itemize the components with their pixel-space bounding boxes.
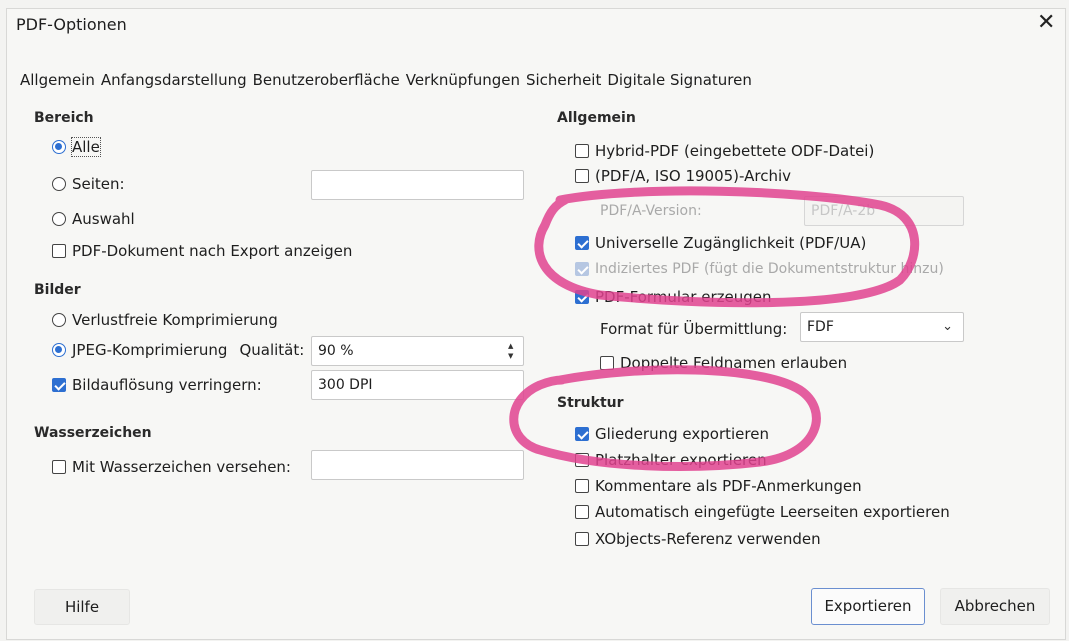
duplicate-names-option[interactable]: Doppelte Feldnamen erlauben [600, 354, 847, 372]
export-outlines-checkbox[interactable] [575, 427, 589, 441]
reduce-resolution-checkbox[interactable] [52, 378, 66, 392]
comments-annotations-option[interactable]: Kommentare als PDF-Anmerkungen [575, 477, 862, 495]
xobjects-label: XObjects-Referenz verwenden [595, 530, 821, 548]
export-outlines-label: Gliederung exportieren [595, 425, 769, 443]
export-outlines-option[interactable]: Gliederung exportieren [575, 425, 769, 443]
watermark-label: Mit Wasserzeichen versehen: [72, 458, 291, 476]
radio-selection-indicator[interactable] [52, 212, 66, 226]
xobjects-option[interactable]: XObjects-Referenz verwenden [575, 530, 821, 548]
radio-jpeg[interactable]: JPEG-Komprimierung Qualität: [52, 341, 304, 359]
cancel-button[interactable]: Abbrechen [940, 588, 1050, 625]
blank-pages-option[interactable]: Automatisch eingefügte Leerseiten export… [575, 503, 950, 521]
chevron-down-icon[interactable]: ⌄ [942, 319, 953, 334]
radio-pages-indicator[interactable] [52, 177, 66, 191]
radio-jpeg-label: JPEG-Komprimierung [72, 341, 228, 359]
radio-selection-label: Auswahl [72, 210, 135, 228]
tab-initial-view[interactable]: Anfangsdarstellung [101, 71, 247, 89]
radio-jpeg-indicator[interactable] [52, 343, 66, 357]
radio-all[interactable]: Alle [52, 137, 101, 157]
quality-spinbox[interactable]: 90 % ▲ ▼ [311, 336, 524, 366]
submit-format-value: FDF [807, 319, 834, 335]
hybrid-pdf-checkbox[interactable] [575, 144, 589, 158]
pdfa-version-value: PDF/A-2b [811, 203, 876, 219]
range-heading: Bereich [34, 110, 94, 126]
radio-lossless[interactable]: Verlustfreie Komprimierung [52, 311, 278, 329]
tagged-pdf-checkbox [575, 262, 589, 276]
resolution-combobox[interactable]: 300 DPI [311, 370, 524, 400]
create-form-label: PDF-Formular erzeugen [595, 288, 772, 306]
tab-links[interactable]: Verknüpfungen [406, 71, 520, 89]
tab-security[interactable]: Sicherheit [526, 71, 601, 89]
export-placeholders-checkbox[interactable] [575, 453, 589, 467]
general-heading: Allgemein [557, 110, 636, 126]
pdfa-version-label: PDF/A-Version: [600, 203, 702, 219]
reduce-resolution-label: Bildauflösung verringern: [72, 376, 262, 394]
spin-arrows-icon[interactable]: ▲ ▼ [508, 342, 519, 360]
radio-pages[interactable]: Seiten: [52, 175, 125, 193]
watermark-input[interactable] [311, 450, 524, 480]
radio-pages-label: Seiten: [72, 175, 125, 193]
pdfa-archive-checkbox[interactable] [575, 169, 589, 183]
help-button[interactable]: Hilfe [34, 589, 130, 625]
duplicate-names-label: Doppelte Feldnamen erlauben [620, 354, 848, 372]
comments-annotations-label: Kommentare als PDF-Anmerkungen [595, 477, 862, 495]
tagged-pdf-option: Indiziertes PDF (fügt die Dokumentstrukt… [575, 261, 944, 277]
images-heading: Bilder [34, 282, 81, 298]
xobjects-checkbox[interactable] [575, 532, 589, 546]
resolution-value: 300 DPI [318, 377, 373, 393]
tab-bar: Allgemein Anfangsdarstellung Benutzerobe… [20, 71, 752, 89]
radio-all-label: Alle [71, 137, 101, 157]
watermark-option[interactable]: Mit Wasserzeichen versehen: [52, 458, 291, 476]
tab-user-interface[interactable]: Benutzeroberfläche [253, 71, 400, 89]
reduce-resolution-option[interactable]: Bildauflösung verringern: [52, 376, 262, 394]
radio-lossless-indicator[interactable] [52, 313, 66, 327]
show-after-export-label: PDF-Dokument nach Export anzeigen [72, 242, 353, 260]
export-placeholders-option[interactable]: Platzhalter exportieren [575, 451, 767, 469]
pdfa-archive-label: (PDF/A, ISO 19005)-Archiv [595, 167, 791, 185]
show-after-export-checkbox[interactable] [52, 244, 66, 258]
quality-value: 90 % [318, 343, 354, 359]
structure-heading: Struktur [557, 395, 624, 411]
universal-access-checkbox[interactable] [575, 236, 589, 250]
create-form-option[interactable]: PDF-Formular erzeugen [575, 288, 771, 306]
radio-lossless-label: Verlustfreie Komprimierung [72, 311, 278, 329]
watermark-checkbox[interactable] [52, 460, 66, 474]
radio-all-indicator[interactable] [52, 140, 66, 154]
quality-label: Qualität: [239, 341, 305, 359]
pdfa-version-combobox: PDF/A-2b [804, 196, 964, 226]
comments-annotations-checkbox[interactable] [575, 479, 589, 493]
duplicate-names-checkbox[interactable] [600, 356, 614, 370]
pages-input[interactable] [311, 170, 524, 200]
show-after-export-option[interactable]: PDF-Dokument nach Export anzeigen [52, 242, 352, 260]
blank-pages-checkbox[interactable] [575, 505, 589, 519]
blank-pages-label: Automatisch eingefügte Leerseiten export… [595, 503, 950, 521]
dialog-title: PDF-Optionen [16, 15, 127, 34]
tagged-pdf-label: Indiziertes PDF (fügt die Dokumentstrukt… [595, 261, 944, 277]
watermark-heading: Wasserzeichen [34, 425, 152, 441]
universal-access-label: Universelle Zugänglichkeit (PDF/UA) [595, 234, 867, 252]
export-placeholders-label: Platzhalter exportieren [595, 451, 767, 469]
submit-format-label: Format für Übermittlung: [600, 320, 788, 338]
radio-selection[interactable]: Auswahl [52, 210, 135, 228]
create-form-checkbox[interactable] [575, 290, 589, 304]
universal-access-option[interactable]: Universelle Zugänglichkeit (PDF/UA) [575, 234, 866, 252]
submit-format-combobox[interactable]: FDF ⌄ [800, 312, 964, 342]
tab-digital-signatures[interactable]: Digitale Signaturen [607, 71, 752, 89]
pdfa-archive-option[interactable]: (PDF/A, ISO 19005)-Archiv [575, 167, 791, 185]
tab-general[interactable]: Allgemein [20, 71, 95, 89]
export-button[interactable]: Exportieren [811, 588, 925, 625]
hybrid-pdf-option[interactable]: Hybrid-PDF (eingebettete ODF-Datei) [575, 142, 874, 160]
hybrid-pdf-label: Hybrid-PDF (eingebettete ODF-Datei) [595, 142, 875, 160]
close-icon[interactable]: ✕ [1037, 10, 1055, 35]
